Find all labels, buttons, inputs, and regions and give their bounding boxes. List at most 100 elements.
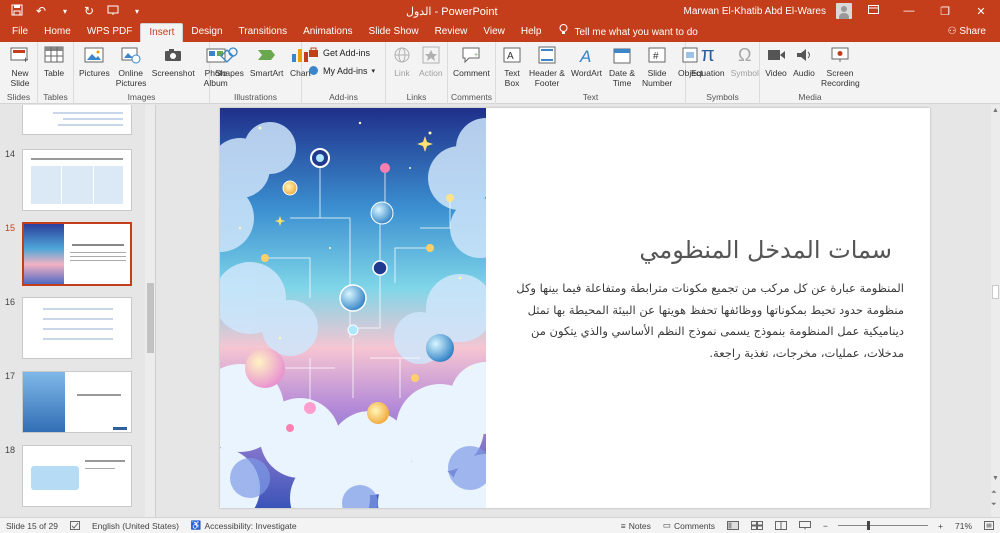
table-icon	[43, 44, 65, 66]
my-addins-button[interactable]: My Add-ins ▾	[304, 62, 383, 80]
reading-view-icon[interactable]	[769, 521, 793, 530]
slide-editor: سمات المدخل المنظومي المنظومة عبارة عن ك…	[157, 105, 991, 517]
tab-slide-show[interactable]: Slide Show	[361, 23, 427, 42]
customize-qat-icon[interactable]: ▾	[130, 7, 144, 16]
accessibility-icon: ♿	[190, 520, 202, 530]
svg-text:+: +	[23, 55, 28, 64]
language-indicator[interactable]: English (United States)	[86, 521, 185, 531]
tab-insert[interactable]: Insert	[140, 23, 184, 42]
close-button[interactable]: ✕	[966, 5, 996, 18]
calendar-icon	[611, 44, 633, 66]
slide-title[interactable]: سمات المدخل المنظومي	[520, 236, 892, 264]
scrollbar-thumb[interactable]	[992, 285, 999, 299]
share-button[interactable]: ⚇ Share	[948, 23, 1000, 42]
zoom-slider[interactable]	[838, 521, 929, 530]
tab-design[interactable]: Design	[183, 23, 230, 42]
tab-home[interactable]: Home	[36, 23, 79, 42]
zoom-out-icon[interactable]: −	[817, 521, 834, 531]
next-slide-icon[interactable]: ⏷	[991, 501, 997, 509]
notes-icon: ≡	[620, 520, 626, 531]
slide-thumbnail-active[interactable]	[22, 222, 132, 286]
tell-me-search[interactable]: Tell me what you want to do	[559, 23, 698, 42]
scroll-down-icon[interactable]: ▼	[992, 475, 999, 482]
globe-link-icon	[391, 44, 413, 66]
comments-icon: ▭	[662, 520, 671, 530]
title-bar: ↶ ▾ ↻ ▾ الدول - PowerPoint Marwan El-Kha…	[0, 0, 1000, 22]
group-illustrations: Shapes SmartArt Chart Illustrations	[210, 42, 311, 104]
fit-to-window-icon[interactable]	[978, 521, 1000, 530]
slide-scrollbar[interactable]: ▲ ▼ ⏶ ⏷	[991, 105, 1000, 517]
normal-view-icon[interactable]	[721, 521, 745, 530]
shapes-icon	[218, 44, 240, 66]
comment-icon: +	[460, 44, 482, 66]
group-links: Link Action Links	[386, 42, 448, 104]
slide-thumbnail[interactable]	[22, 149, 132, 211]
minimize-button[interactable]: —	[894, 5, 924, 17]
slide-counter: Slide 15 of 29	[6, 520, 58, 531]
slide-sorter-icon[interactable]	[745, 521, 769, 530]
new-slide-icon: +	[9, 44, 31, 66]
pi-icon: π	[700, 44, 715, 66]
tab-review[interactable]: Review	[427, 23, 476, 42]
header-footer-icon	[536, 44, 558, 66]
spellcheck-icon[interactable]	[64, 521, 86, 530]
slide-thumbnail[interactable]	[22, 297, 132, 359]
zoom-slider-handle[interactable]	[867, 521, 871, 530]
tab-help[interactable]: Help	[513, 23, 550, 42]
comments-button[interactable]: ▭ Comments	[657, 520, 721, 531]
slide-body-text[interactable]: المنظومة عبارة عن كل مركب من تجميع مكونا…	[500, 278, 904, 364]
slide-illustration[interactable]	[220, 108, 486, 508]
get-addins-button[interactable]: Get Add-ins	[304, 44, 383, 62]
chevron-down-icon: ▾	[371, 68, 376, 75]
store-icon	[308, 47, 319, 60]
scrollbar-thumb[interactable]	[147, 283, 154, 353]
hash-icon: #	[646, 44, 668, 66]
redo-icon[interactable]: ↻	[82, 4, 96, 18]
online-pictures-icon	[120, 44, 142, 66]
group-symbols: π Equation Ω Symbol Symbols	[686, 42, 760, 104]
video-icon	[765, 44, 787, 66]
slide-thumbnails-pane[interactable]: 14 15 16 17 18	[0, 105, 156, 517]
share-label: Share	[959, 26, 986, 37]
camera-icon	[162, 44, 184, 66]
save-icon[interactable]	[10, 4, 24, 19]
avatar[interactable]	[836, 3, 852, 19]
share-icon: ⚇	[947, 26, 957, 37]
ribbon-tabs: File Home WPS PDF Insert Design Transiti…	[0, 22, 1000, 42]
restore-button[interactable]: ❐	[930, 5, 960, 18]
svg-text:A: A	[579, 47, 591, 64]
wordart-icon: A	[576, 44, 598, 66]
notes-button[interactable]: ≡ Notes	[615, 521, 657, 531]
group-text: A Text Box Header & Footer A WordArt Dat…	[496, 42, 703, 104]
svg-text:+: +	[474, 52, 478, 59]
slideshow-icon[interactable]	[793, 521, 817, 530]
chevron-down-icon[interactable]: ▾	[58, 7, 72, 16]
group-tables: Table Tables	[38, 42, 74, 104]
current-slide[interactable]: سمات المدخل المنظومي المنظومة عبارة عن ك…	[220, 108, 930, 508]
tab-transitions[interactable]: Transitions	[231, 23, 296, 42]
smartart-icon	[256, 44, 278, 66]
ribbon-insert: + New Slide Slides Table Tables Pictures…	[0, 42, 1000, 104]
slide-thumbnail[interactable]	[22, 105, 132, 135]
slide-thumbnail[interactable]	[22, 371, 132, 433]
tab-animations[interactable]: Animations	[295, 23, 360, 42]
tab-file[interactable]: File	[4, 23, 36, 42]
slide-thumbnail[interactable]	[22, 445, 132, 507]
tab-wps-pdf[interactable]: WPS PDF	[79, 23, 141, 42]
tab-view[interactable]: View	[475, 23, 513, 42]
svg-text:A: A	[507, 51, 514, 62]
present-icon[interactable]	[106, 4, 120, 19]
zoom-in-icon[interactable]: +	[932, 521, 949, 531]
window-title: الدول - PowerPoint	[406, 5, 498, 18]
screen-recording-icon	[829, 44, 851, 66]
scroll-up-icon[interactable]: ▲	[992, 107, 999, 114]
star-icon	[420, 44, 442, 66]
user-name[interactable]: Marwan El-Khatib Abd El-Wares	[684, 6, 826, 17]
previous-slide-icon[interactable]: ⏶	[991, 489, 997, 497]
zoom-level[interactable]: 71%	[949, 521, 978, 531]
quick-access-toolbar: ↶ ▾ ↻ ▾	[0, 4, 220, 19]
undo-icon[interactable]: ↶	[34, 4, 48, 18]
ribbon-display-icon[interactable]	[858, 5, 888, 17]
thumbnails-scrollbar[interactable]	[145, 105, 155, 517]
accessibility-checker[interactable]: ♿ Accessibility: Investigate	[185, 520, 303, 531]
